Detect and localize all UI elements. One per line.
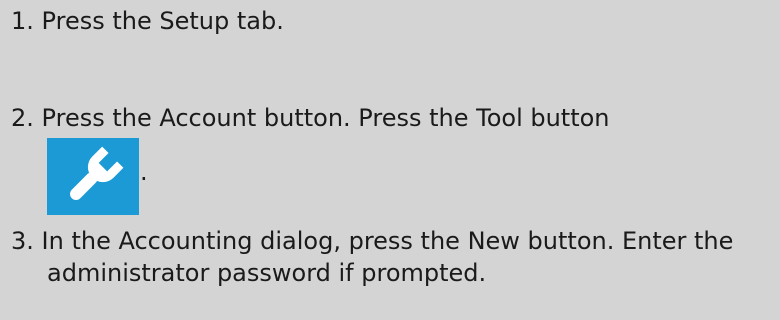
step-3-number: 3. (11, 227, 34, 255)
step-3-text: In the Accounting dialog, press the New … (41, 227, 734, 255)
step-3-text-line2: administrator password if prompted. (47, 259, 487, 287)
wrench-icon (47, 138, 139, 215)
step-2: 2. Press the Account button. Press the T… (11, 103, 610, 134)
step-1: 1. Press the Setup tab. (11, 6, 284, 37)
step-2-text: Press the Account button. Press the Tool… (41, 104, 610, 132)
step-2-number: 2. (11, 104, 34, 132)
step-3: 3. In the Accounting dialog, press the N… (11, 226, 733, 257)
step-1-text: Press the Setup tab. (41, 7, 284, 35)
step-1-number: 1. (11, 7, 34, 35)
step-2-period: . (140, 158, 148, 186)
